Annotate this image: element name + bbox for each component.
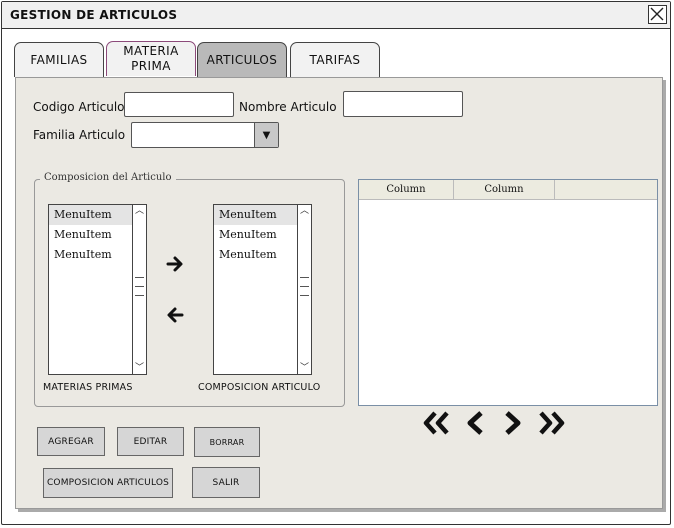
composicion-legend: Composicion del Articulo xyxy=(40,172,176,183)
next-page-icon[interactable] xyxy=(501,408,525,442)
first-page-icon[interactable] xyxy=(421,408,451,442)
borrar-button-label: BORRAR xyxy=(209,437,245,447)
codigo-articulo-label: Codigo Articulo xyxy=(33,100,125,114)
chevron-up-icon[interactable]: ︿ xyxy=(133,205,146,217)
borrar-button[interactable]: BORRAR xyxy=(194,427,260,457)
tab-tarifas[interactable]: TARIFAS xyxy=(290,42,380,77)
title-bar: GESTION DE ARTICULOS xyxy=(2,2,670,29)
prev-page-icon[interactable] xyxy=(463,408,487,442)
nombre-articulo-field[interactable] xyxy=(343,91,463,117)
salir-button-label: SALIR xyxy=(212,477,240,488)
tab-tarifas-label: TARIFAS xyxy=(309,52,361,67)
arrow-left-icon[interactable] xyxy=(165,305,185,328)
materias-primas-list[interactable]: MenuItem MenuItem MenuItem ︿ ﹀ xyxy=(48,204,147,375)
scrollbar[interactable]: ︿ ﹀ xyxy=(132,205,146,374)
articulos-table[interactable]: Column Column xyxy=(358,179,658,406)
tab-materia-prima-label: MATERIA PRIMA xyxy=(123,44,179,73)
tab-familias[interactable]: FAMILIAS xyxy=(14,42,104,77)
agregar-button[interactable]: AGREGAR xyxy=(37,427,105,456)
close-icon[interactable] xyxy=(648,5,667,24)
composicion-articulos-button[interactable]: COMPOSICION ARTICULOS xyxy=(43,468,173,498)
agregar-button-label: AGREGAR xyxy=(48,436,94,447)
arrow-right-icon[interactable] xyxy=(165,254,185,277)
editar-button[interactable]: EDITAR xyxy=(117,427,184,456)
composicion-articulo-list[interactable]: MenuItem MenuItem MenuItem ︿ ﹀ xyxy=(213,204,312,375)
tab-articulos-label: ARTICULOS xyxy=(206,52,278,67)
column-header[interactable] xyxy=(555,180,659,200)
window-title: GESTION DE ARTICULOS xyxy=(10,8,178,22)
chevron-down-icon[interactable]: ﹀ xyxy=(298,362,311,374)
scrollbar[interactable]: ︿ ﹀ xyxy=(297,205,311,374)
last-page-icon[interactable] xyxy=(537,408,567,442)
scroll-thumb[interactable] xyxy=(300,277,309,300)
composicion-articulo-caption: COMPOSICION ARTICULO xyxy=(198,382,321,393)
chevron-down-icon[interactable]: ▼ xyxy=(254,123,278,147)
tab-articulos[interactable]: ARTICULOS xyxy=(197,42,287,77)
column-header[interactable]: Column xyxy=(359,180,454,200)
salir-button[interactable]: SALIR xyxy=(192,467,260,498)
nombre-articulo-label: Nombre Articulo xyxy=(239,100,337,114)
chevron-up-icon[interactable]: ︿ xyxy=(298,205,311,217)
column-header[interactable]: Column xyxy=(454,180,555,200)
tab-materia-prima[interactable]: MATERIA PRIMA xyxy=(106,41,196,76)
scroll-thumb[interactable] xyxy=(135,277,144,300)
chevron-down-icon[interactable]: ﹀ xyxy=(133,362,146,374)
tab-familias-label: FAMILIAS xyxy=(30,52,88,67)
familia-articulo-label: Familia Articulo xyxy=(33,128,126,142)
editar-button-label: EDITAR xyxy=(133,436,168,447)
table-header: Column Column xyxy=(359,180,657,200)
codigo-articulo-field[interactable] xyxy=(124,92,234,117)
familia-articulo-select[interactable]: ▼ xyxy=(131,122,279,148)
composicion-articulos-button-label: COMPOSICION ARTICULOS xyxy=(46,478,170,488)
materias-primas-caption: MATERIAS PRIMAS xyxy=(43,382,133,393)
